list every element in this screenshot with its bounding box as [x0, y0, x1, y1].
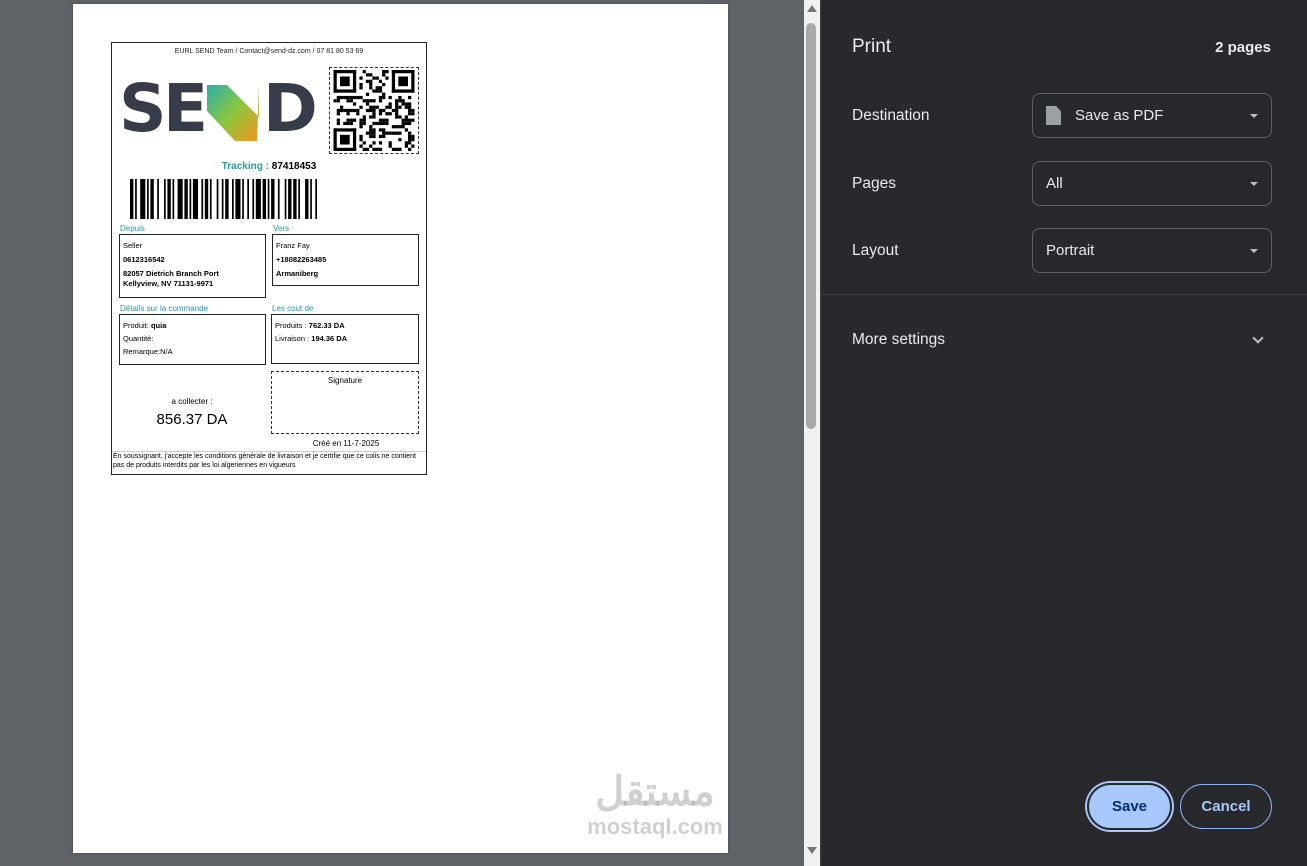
- shipping-label: EURL SEND Team / Contact@send-dz.com / 0…: [111, 42, 427, 475]
- delivery-cost-value: 194.36 DA: [311, 334, 348, 343]
- pages-label: Pages: [852, 175, 896, 192]
- dropdown-caret-icon: [1250, 249, 1258, 253]
- collect-label: a collecter :: [171, 397, 213, 406]
- more-settings-toggle[interactable]: More settings: [852, 331, 945, 349]
- delivery-cost-label: Livraison :: [275, 334, 310, 343]
- barcode: [130, 179, 317, 219]
- remark-label: Remarque:: [123, 347, 161, 356]
- mostaql-watermark: مستقل mostaql.com: [570, 770, 740, 850]
- from-section-title: Depuis: [120, 224, 145, 233]
- remark-value: N/A: [160, 347, 173, 356]
- page-count: 2 pages: [1215, 39, 1271, 56]
- panel-title: Print: [852, 36, 892, 57]
- remark-row: Remarque:N/A: [123, 345, 262, 358]
- tracking-number: 87418453: [271, 161, 317, 172]
- layout-value: Portrait: [1046, 242, 1095, 259]
- from-phone: 0612316542: [123, 255, 165, 264]
- details-section-title: Détails sur la commande: [120, 304, 209, 313]
- chevron-down-icon[interactable]: [1252, 332, 1264, 344]
- scroll-thumb[interactable]: [806, 23, 816, 429]
- to-address-box: Franz Fay +18082263485 Armaniberg: [272, 234, 419, 286]
- print-preview-area: EURL SEND Team / Contact@send-dz.com / 0…: [0, 0, 804, 866]
- to-city: Armaniberg: [276, 269, 319, 278]
- preview-page: EURL SEND Team / Contact@send-dz.com / 0…: [73, 4, 728, 853]
- qr-code: [329, 67, 419, 154]
- from-address-box: Seller 0612316542 82057 Dietrich Branch …: [119, 234, 266, 298]
- from-address-line1: 82057 Dietrich Branch Port: [123, 269, 219, 278]
- from-address-line2: Kellyview, NV 71131-9971: [123, 279, 214, 288]
- preview-scrollbar[interactable]: [804, 0, 820, 866]
- watermark-latin: mostaql.com: [587, 814, 723, 839]
- svg-text:E: E: [163, 70, 208, 145]
- tracking-label: Tracking :: [221, 161, 269, 172]
- cancel-button[interactable]: Cancel: [1180, 784, 1272, 829]
- layout-label: Layout: [852, 242, 899, 259]
- product-value: quia: [150, 321, 167, 330]
- watermark-arabic: مستقل: [595, 770, 715, 814]
- tracking-line: Tracking : 87418453: [112, 161, 426, 172]
- created-date: Créé en 11-7-2025: [312, 439, 380, 448]
- file-icon: [1046, 106, 1061, 125]
- print-settings-panel: Print 2 pages Destination Save as PDF Pa…: [820, 0, 1307, 866]
- quantity-label: Quantité:: [123, 334, 154, 343]
- scroll-down-arrow-icon[interactable]: [807, 847, 817, 854]
- dropdown-caret-icon: [1250, 182, 1258, 186]
- pages-value: All: [1046, 175, 1063, 192]
- label-contact: EURL SEND Team / Contact@send-dz.com / 0…: [174, 48, 364, 55]
- product-label: Produit:: [123, 321, 149, 330]
- to-name: Franz Fay: [276, 241, 310, 250]
- destination-value: Save as PDF: [1075, 107, 1164, 124]
- collect-amount: 856.37 DA: [156, 411, 228, 428]
- products-cost-label: Produits :: [275, 321, 307, 330]
- send-logo: S E D: [119, 70, 318, 145]
- signature-box: Signature: [271, 371, 419, 434]
- panel-divider: [821, 294, 1307, 295]
- costs-section-title: Les cout de: [272, 304, 314, 313]
- product-row: Produit: quia: [123, 319, 262, 332]
- from-name: Seller: [123, 241, 143, 250]
- scroll-up-arrow-icon[interactable]: [807, 5, 817, 12]
- signature-label: Signature: [327, 376, 363, 385]
- pages-select[interactable]: All: [1032, 161, 1272, 206]
- to-section-title: Vers: [273, 224, 290, 233]
- layout-select[interactable]: Portrait: [1032, 228, 1272, 273]
- products-cost-row: Produits : 762.33 DA: [275, 319, 415, 332]
- destination-label: Destination: [852, 107, 930, 124]
- order-details-box: Produit: quia Quantité: Remarque:N/A: [119, 314, 266, 365]
- products-cost-value: 762.33 DA: [308, 321, 345, 330]
- svg-text:D: D: [263, 70, 318, 145]
- to-phone: +18082263485: [276, 255, 327, 264]
- save-button[interactable]: Save: [1087, 783, 1172, 830]
- svg-text:S: S: [119, 70, 167, 145]
- costs-box: Produits : 762.33 DA Livraison : 194.36 …: [271, 314, 419, 364]
- disclaimer-text: En soussignant, j'accepte les conditions…: [112, 451, 426, 470]
- dropdown-caret-icon: [1250, 114, 1258, 118]
- destination-select[interactable]: Save as PDF: [1032, 93, 1272, 138]
- delivery-cost-row: Livraison : 194.36 DA: [275, 332, 415, 345]
